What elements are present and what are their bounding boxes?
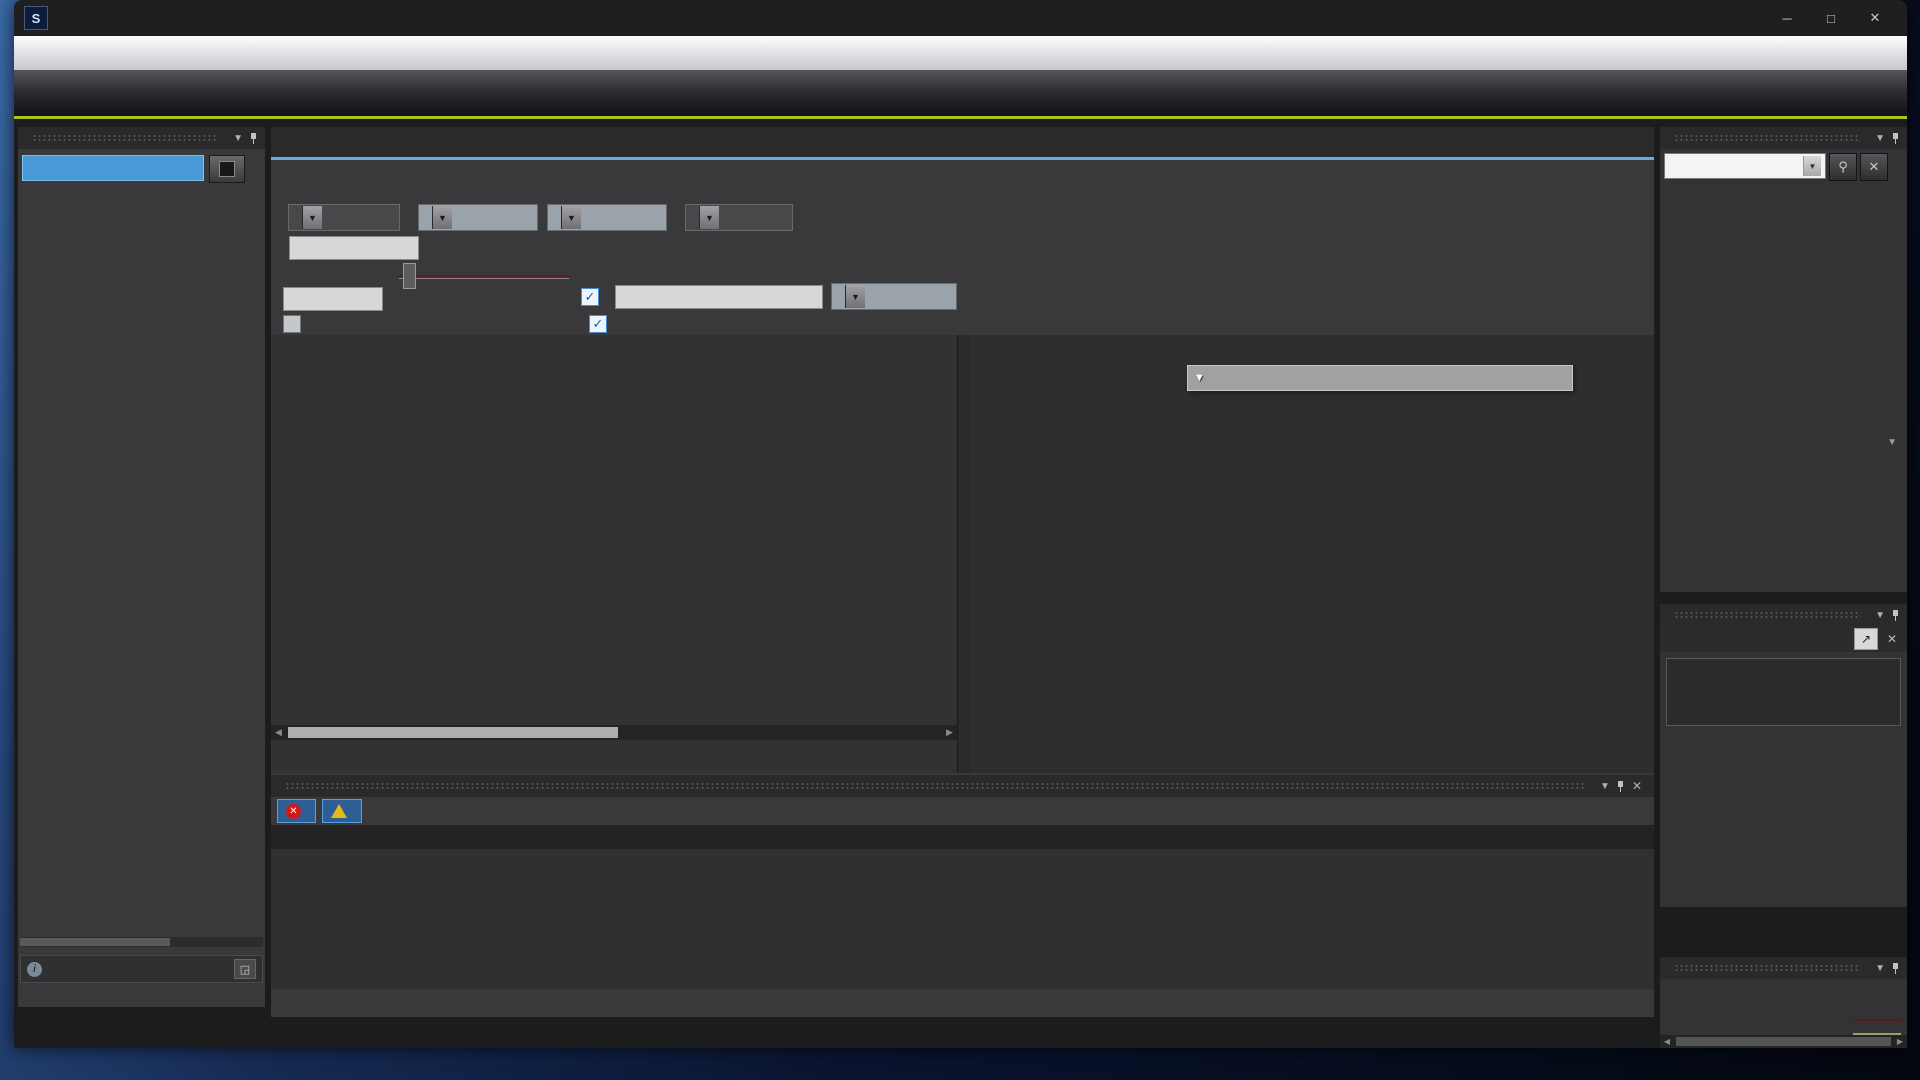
errors-button[interactable]: ✕: [277, 799, 316, 823]
chevron-down-icon: ▼: [699, 206, 719, 229]
main-area: ▼ ▼ ▼ ▼: [271, 127, 1654, 1017]
interval-dropdown[interactable]: ▼: [418, 204, 538, 231]
warning-icon: [331, 804, 347, 818]
close-icon: ✕: [1869, 159, 1880, 175]
panel-collapse-icon[interactable]: ▼: [233, 133, 243, 144]
trace-toolbar: [271, 160, 1654, 199]
trigger-variable-input[interactable]: [615, 285, 823, 309]
chevron-down-icon: ▼: [845, 285, 865, 308]
menu-bar: [14, 36, 1907, 70]
controller-status-header: ▼: [1660, 604, 1907, 626]
app-icon: S: [24, 6, 48, 30]
trace-type-dropdown[interactable]: ▼: [288, 204, 400, 231]
panel-collapse-icon[interactable]: ▼: [1875, 133, 1885, 144]
trace-no-dropdown[interactable]: ▼: [685, 204, 793, 231]
post-trigger-value[interactable]: [283, 287, 383, 311]
close-icon[interactable]: ✕: [1632, 779, 1642, 793]
title-bar: S ─□✕: [14, 0, 1907, 36]
scrollbar-thumb[interactable]: [20, 938, 170, 946]
app-window: S ─□✕ ▼ i ◲: [14, 0, 1907, 1048]
filter-expand-button[interactable]: ◲: [234, 959, 256, 979]
controller-status-box: [1666, 658, 1901, 726]
build-panel-header: ▼ ✕: [271, 775, 1654, 797]
filter-bar[interactable]: i ◲: [20, 955, 263, 983]
multiview-explorer-header: ▼: [18, 127, 265, 149]
pin-icon[interactable]: [1891, 133, 1901, 144]
panel-collapse-icon[interactable]: ▼: [1600, 781, 1610, 792]
multiview-explorer: ▼ i ◲: [18, 127, 265, 1007]
simulation-header: ▼: [1660, 957, 1907, 979]
controller-name-box[interactable]: [22, 155, 204, 181]
toolbox-expand-icon[interactable]: ▼: [1887, 437, 1897, 448]
cursor-marker-icon: ▼: [1194, 372, 1205, 384]
chevron-down-icon: ▼: [302, 206, 322, 229]
scrollbar-thumb[interactable]: [1676, 1037, 1891, 1046]
speed-slider-track[interactable]: [1853, 1019, 1901, 1021]
main-toolbar: [14, 70, 1907, 116]
toolbox-search-input[interactable]: ▼: [1664, 153, 1826, 179]
toolbox-header: ▼: [1660, 127, 1907, 149]
panel-collapse-icon[interactable]: ▼: [1875, 963, 1885, 974]
pin-icon[interactable]: [1891, 963, 1901, 974]
trigger-condition-dropdown[interactable]: ▼: [831, 283, 957, 310]
scroll-left-icon[interactable]: ◀: [1660, 1037, 1674, 1046]
chevron-down-icon: ▼: [561, 206, 581, 229]
close-icon[interactable]: ✕: [1881, 629, 1903, 649]
scrollbar-thumb[interactable]: [288, 727, 618, 738]
warnings-button[interactable]: [322, 799, 362, 823]
chevron-down-icon: ▼: [432, 206, 452, 229]
start-on-run-checkbox[interactable]: [283, 315, 301, 333]
window-controls: ─□✕: [1765, 3, 1897, 33]
controller-view-icon: [219, 161, 235, 177]
pane-divider[interactable]: [957, 335, 972, 773]
minimize-button[interactable]: ─: [1765, 3, 1809, 33]
pin-icon[interactable]: [1616, 781, 1626, 792]
task-dropdown[interactable]: ▼: [547, 204, 667, 231]
build-columns: [271, 825, 1654, 849]
info-icon: i: [27, 962, 42, 977]
samples-input[interactable]: [289, 236, 419, 260]
trace-variable-pane: ◀ ▶: [271, 335, 957, 773]
simulation-hscrollbar[interactable]: ◀ ▶: [1660, 1035, 1907, 1048]
trace-chart-pane: ▼: [971, 335, 1654, 773]
close-button[interactable]: ✕: [1853, 3, 1897, 33]
right-column: ▼ ▼ ⚲ ✕ ▼ ▼: [1660, 127, 1907, 1048]
table-hscrollbar[interactable]: ◀ ▶: [271, 725, 957, 740]
trigger-enable-checkbox[interactable]: ✓: [581, 288, 599, 306]
pin-icon[interactable]: [249, 133, 259, 144]
sidebar-hscrollbar[interactable]: [20, 937, 263, 947]
build-results: [271, 849, 1654, 989]
slider-handle[interactable]: [403, 263, 416, 289]
clear-search-button[interactable]: ✕: [1860, 153, 1888, 181]
scroll-right-icon[interactable]: ▶: [1893, 1037, 1907, 1046]
search-button[interactable]: ⚲: [1829, 153, 1857, 181]
pin-icon[interactable]: [1891, 610, 1901, 621]
error-icon: ✕: [286, 804, 301, 819]
search-icon: ⚲: [1838, 159, 1848, 175]
document-tabbar: [271, 127, 1654, 157]
trace-settings: ▼ ▼ ▼ ▼: [271, 199, 1654, 335]
panel-collapse-icon[interactable]: ▼: [1875, 610, 1885, 621]
scroll-left-icon[interactable]: ◀: [271, 727, 286, 738]
simulation-panel: ▼ ◀ ▶: [1660, 957, 1907, 1048]
chart-tooltip: ▼: [1187, 365, 1573, 391]
controller-view-button[interactable]: [209, 155, 245, 183]
expand-icon[interactable]: ↗: [1854, 628, 1878, 650]
trace-chart[interactable]: [971, 363, 1654, 768]
toolbox-panel: ▼ ▼ ⚲ ✕ ▼: [1660, 127, 1907, 592]
update-during-checkbox[interactable]: ✓: [589, 315, 607, 333]
build-toolbar: ✕: [271, 797, 1654, 825]
scroll-right-icon[interactable]: ▶: [942, 727, 957, 738]
controller-status-subbar: ↗ ✕: [1660, 626, 1907, 652]
controller-status-panel: ▼ ↗ ✕: [1660, 604, 1907, 907]
maximize-button[interactable]: □: [1809, 3, 1853, 33]
chevron-down-icon: ▼: [1803, 156, 1821, 176]
